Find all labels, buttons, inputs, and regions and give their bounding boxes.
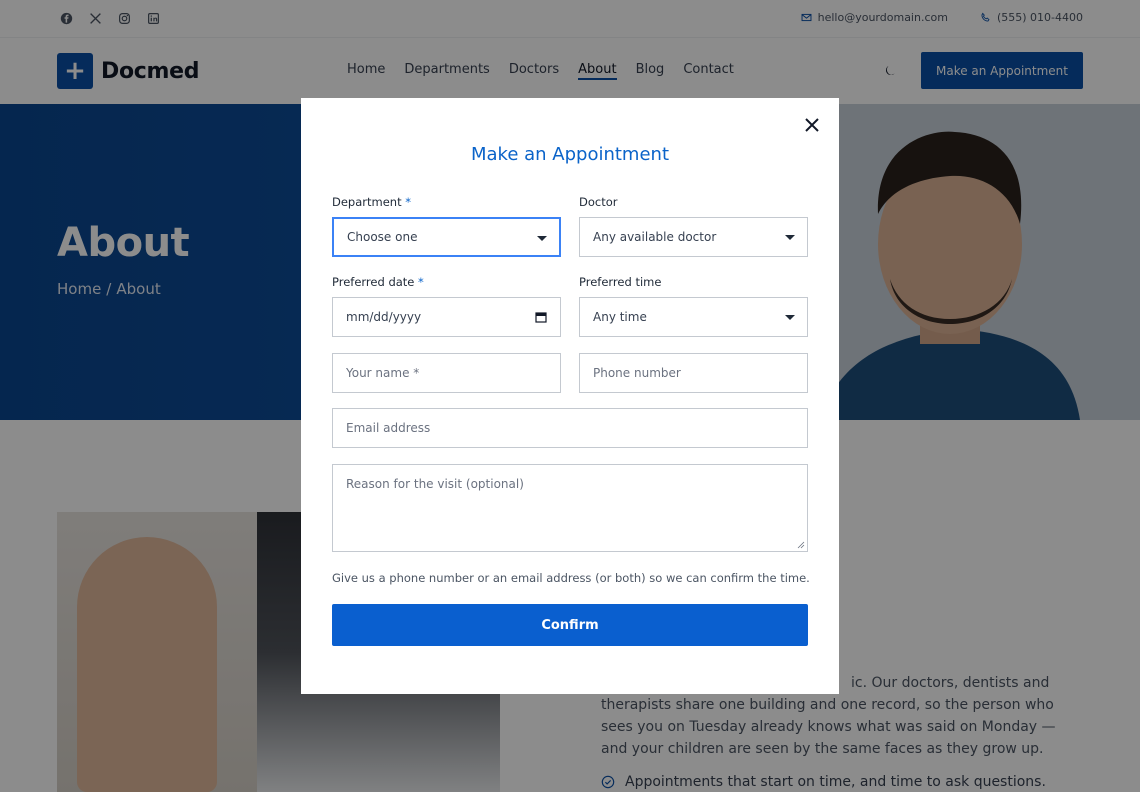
phone-placeholder: Phone number — [593, 366, 681, 380]
modal-title: Make an Appointment — [470, 144, 670, 165]
email-placeholder: Email address — [346, 421, 431, 435]
required-mark: * — [405, 195, 411, 209]
date-label: Preferred date * — [332, 275, 424, 289]
department-label-text: Department — [332, 195, 402, 209]
date-label-text: Preferred date — [332, 275, 415, 289]
date-placeholder: mm/dd/yyyy — [346, 310, 422, 324]
time-value: Any time — [593, 310, 647, 324]
form-hint: Give us a phone number or an email addre… — [332, 571, 810, 585]
close-icon[interactable] — [803, 116, 821, 134]
required-mark: * — [418, 275, 424, 289]
resize-grip-icon[interactable] — [797, 541, 805, 549]
doctor-select[interactable]: Any available doctor — [579, 217, 808, 257]
phone-input[interactable]: Phone number — [579, 353, 808, 393]
calendar-icon[interactable] — [535, 311, 547, 323]
chevron-down-icon — [785, 315, 795, 320]
department-label: Department * — [332, 195, 411, 209]
confirm-button[interactable]: Confirm — [332, 604, 808, 646]
department-select[interactable]: Choose one — [332, 217, 561, 257]
reason-placeholder: Reason for the visit (optional) — [346, 477, 524, 491]
time-select[interactable]: Any time — [579, 297, 808, 337]
chevron-down-icon — [785, 235, 795, 240]
department-value: Choose one — [347, 230, 418, 244]
reason-textarea[interactable]: Reason for the visit (optional) — [332, 464, 808, 552]
email-input[interactable]: Email address — [332, 408, 808, 448]
name-placeholder: Your name * — [346, 366, 420, 380]
time-label: Preferred time — [579, 275, 662, 289]
doctor-value: Any available doctor — [593, 230, 717, 244]
chevron-down-icon — [537, 236, 547, 241]
appointment-modal: Make an Appointment Department * Choose … — [301, 98, 839, 694]
name-input[interactable]: Your name * — [332, 353, 561, 393]
date-input[interactable]: mm/dd/yyyy — [332, 297, 561, 337]
doctor-label: Doctor — [579, 195, 618, 209]
